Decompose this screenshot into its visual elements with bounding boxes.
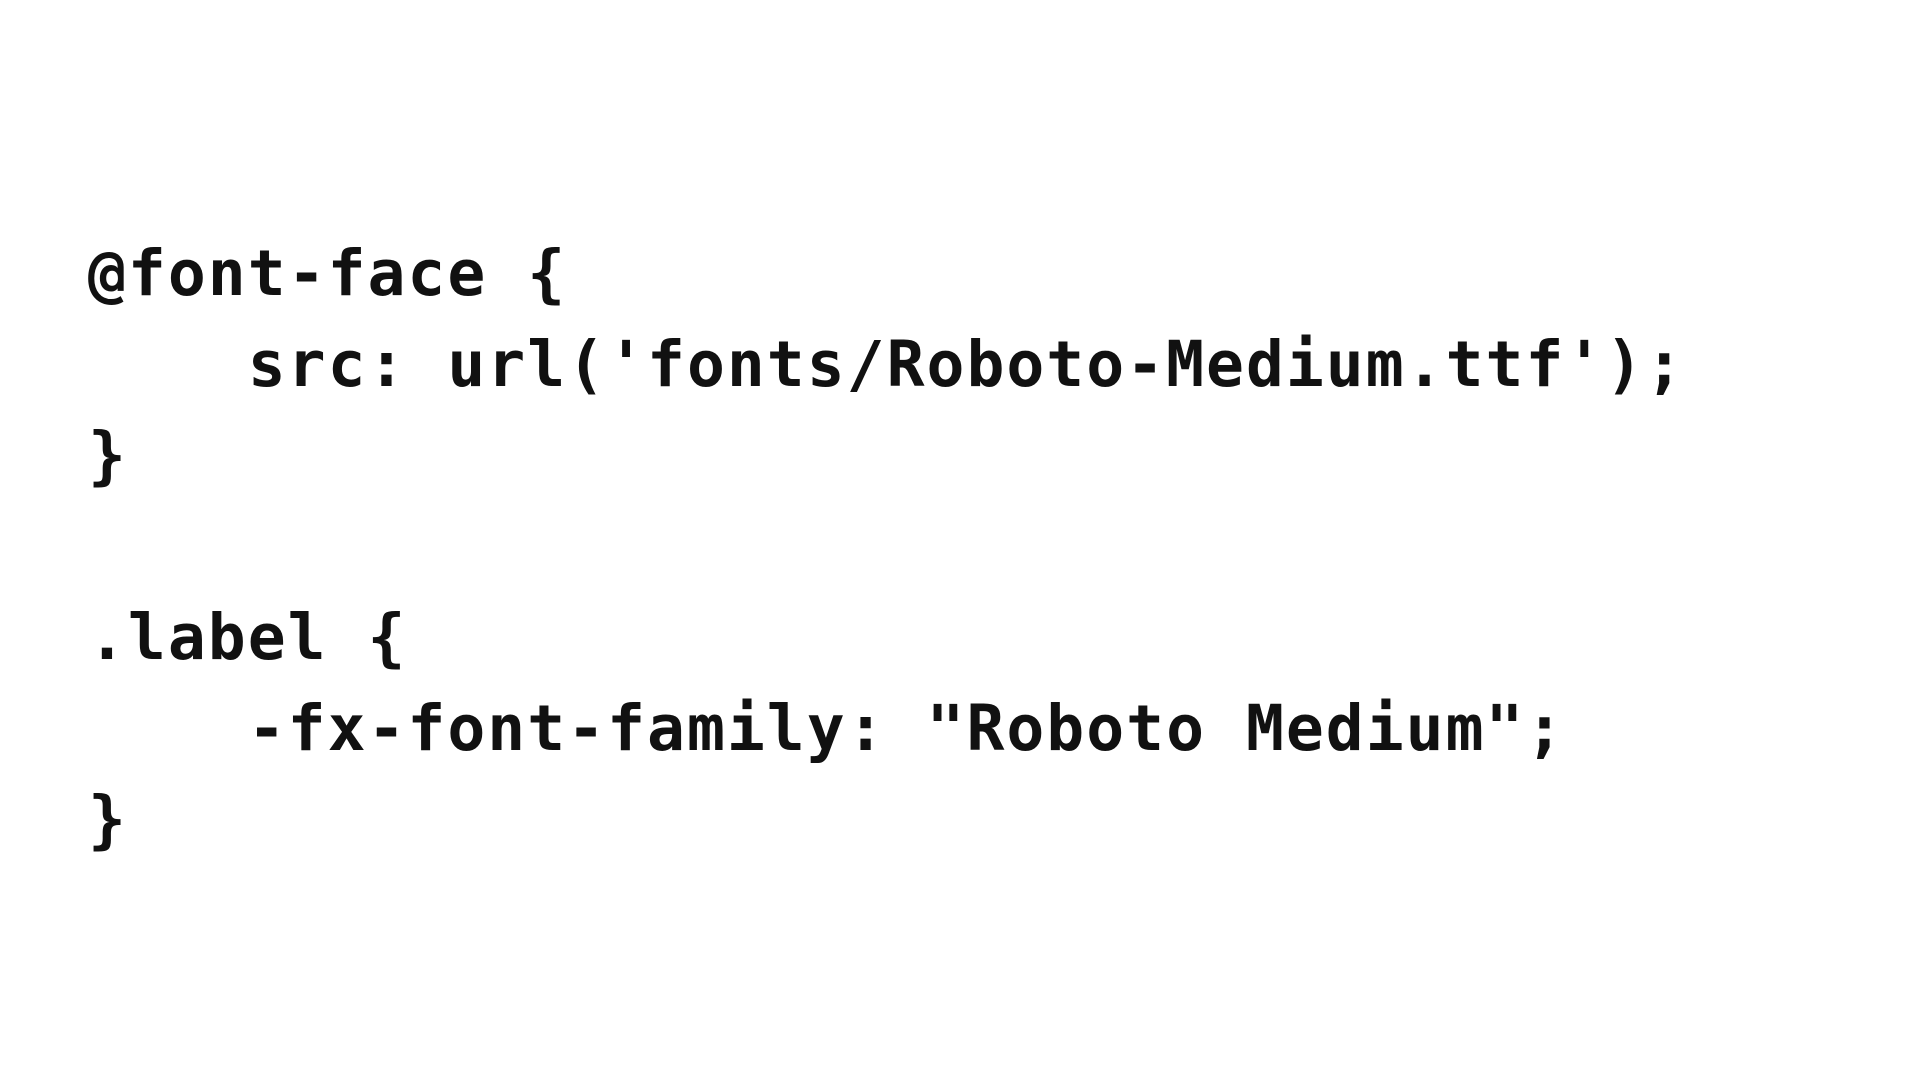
code-line-label-close: } <box>88 783 128 856</box>
code-line-label-open: .label { <box>88 601 408 674</box>
slide: @font-face { src: url('fonts/Roboto-Medi… <box>0 0 1920 1080</box>
code-block: @font-face { src: url('fonts/Roboto-Medi… <box>88 228 1685 865</box>
code-line-font-face-close: } <box>88 419 128 492</box>
code-line-src: src: url('fonts/Roboto-Medium.ttf'); <box>88 328 1686 401</box>
code-line-font-face-open: @font-face { <box>88 237 568 310</box>
code-line-fx-font-family: -fx-font-family: "Roboto Medium"; <box>88 692 1566 765</box>
